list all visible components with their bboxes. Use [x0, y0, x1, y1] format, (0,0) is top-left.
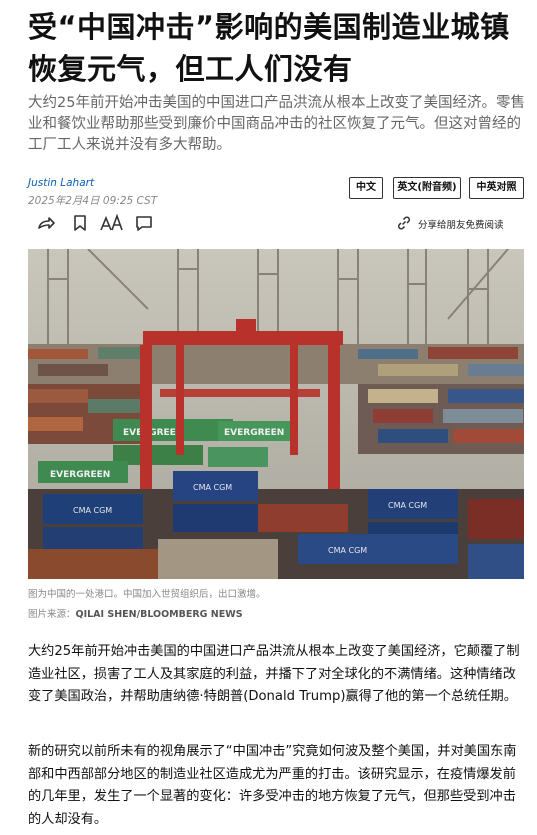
container-text: CMA CGM — [193, 483, 232, 492]
publish-date: 2025年2月4日 09:25 CST — [28, 195, 158, 207]
lang-english-audio-button[interactable]: 英文(附音频) — [393, 177, 461, 199]
share-arrow-icon[interactable] — [36, 213, 56, 233]
link-icon — [396, 215, 412, 234]
comment-icon[interactable] — [134, 213, 154, 233]
lang-bilingual-button[interactable]: 中英对照 — [469, 177, 524, 199]
photo-credit: 图片来源：QILAI SHEN/BLOOMBERG NEWS — [28, 606, 243, 620]
credit-prefix: 图片来源： — [28, 609, 76, 620]
lang-chinese-button[interactable]: 中文 — [349, 177, 383, 199]
container-text: EVERGREEN — [50, 470, 110, 480]
gift-article-label: 分享给朋友免费阅读 — [418, 220, 504, 231]
body-paragraph: 新的研究以前所未有的视角展示了“中国冲击”究竟如何波及整个美国，并对美国东南部和… — [28, 744, 517, 827]
bookmark-icon[interactable] — [70, 213, 90, 233]
credit-name: QILAI SHEN/BLOOMBERG NEWS — [75, 609, 243, 620]
text-size-icon[interactable] — [100, 213, 124, 233]
container-text: CMA CGM — [328, 546, 367, 555]
author-link[interactable]: Justin Lahart — [28, 177, 94, 189]
gift-article-link[interactable]: 分享给朋友免费阅读 — [396, 214, 504, 234]
article-photo: EVERGREEN EVERGREEN EVERGREEN CMA CGM CM… — [28, 249, 524, 579]
container-text: CMA CGM — [73, 506, 112, 515]
container-text: CMA CGM — [388, 501, 427, 510]
container-text: EVERGREEN — [224, 428, 284, 438]
photo-caption: 图为中国的一处港口。中国加入世贸组织后，出口激增。 — [28, 589, 266, 600]
container-text: EVERGREEN — [123, 428, 183, 438]
article-headline: 受“中国冲击”影响的美国制造业城镇恢复元气，但工人们没有 — [28, 10, 510, 86]
body-paragraph: 大约25年前开始冲击美国的中国进口产品洪流从根本上改变了美国经济，它颠覆了制造业… — [28, 644, 520, 704]
article-dek: 大约25年前开始冲击美国的中国进口产品洪流从根本上改变了美国经济。零售业和餐饮业… — [28, 95, 525, 153]
